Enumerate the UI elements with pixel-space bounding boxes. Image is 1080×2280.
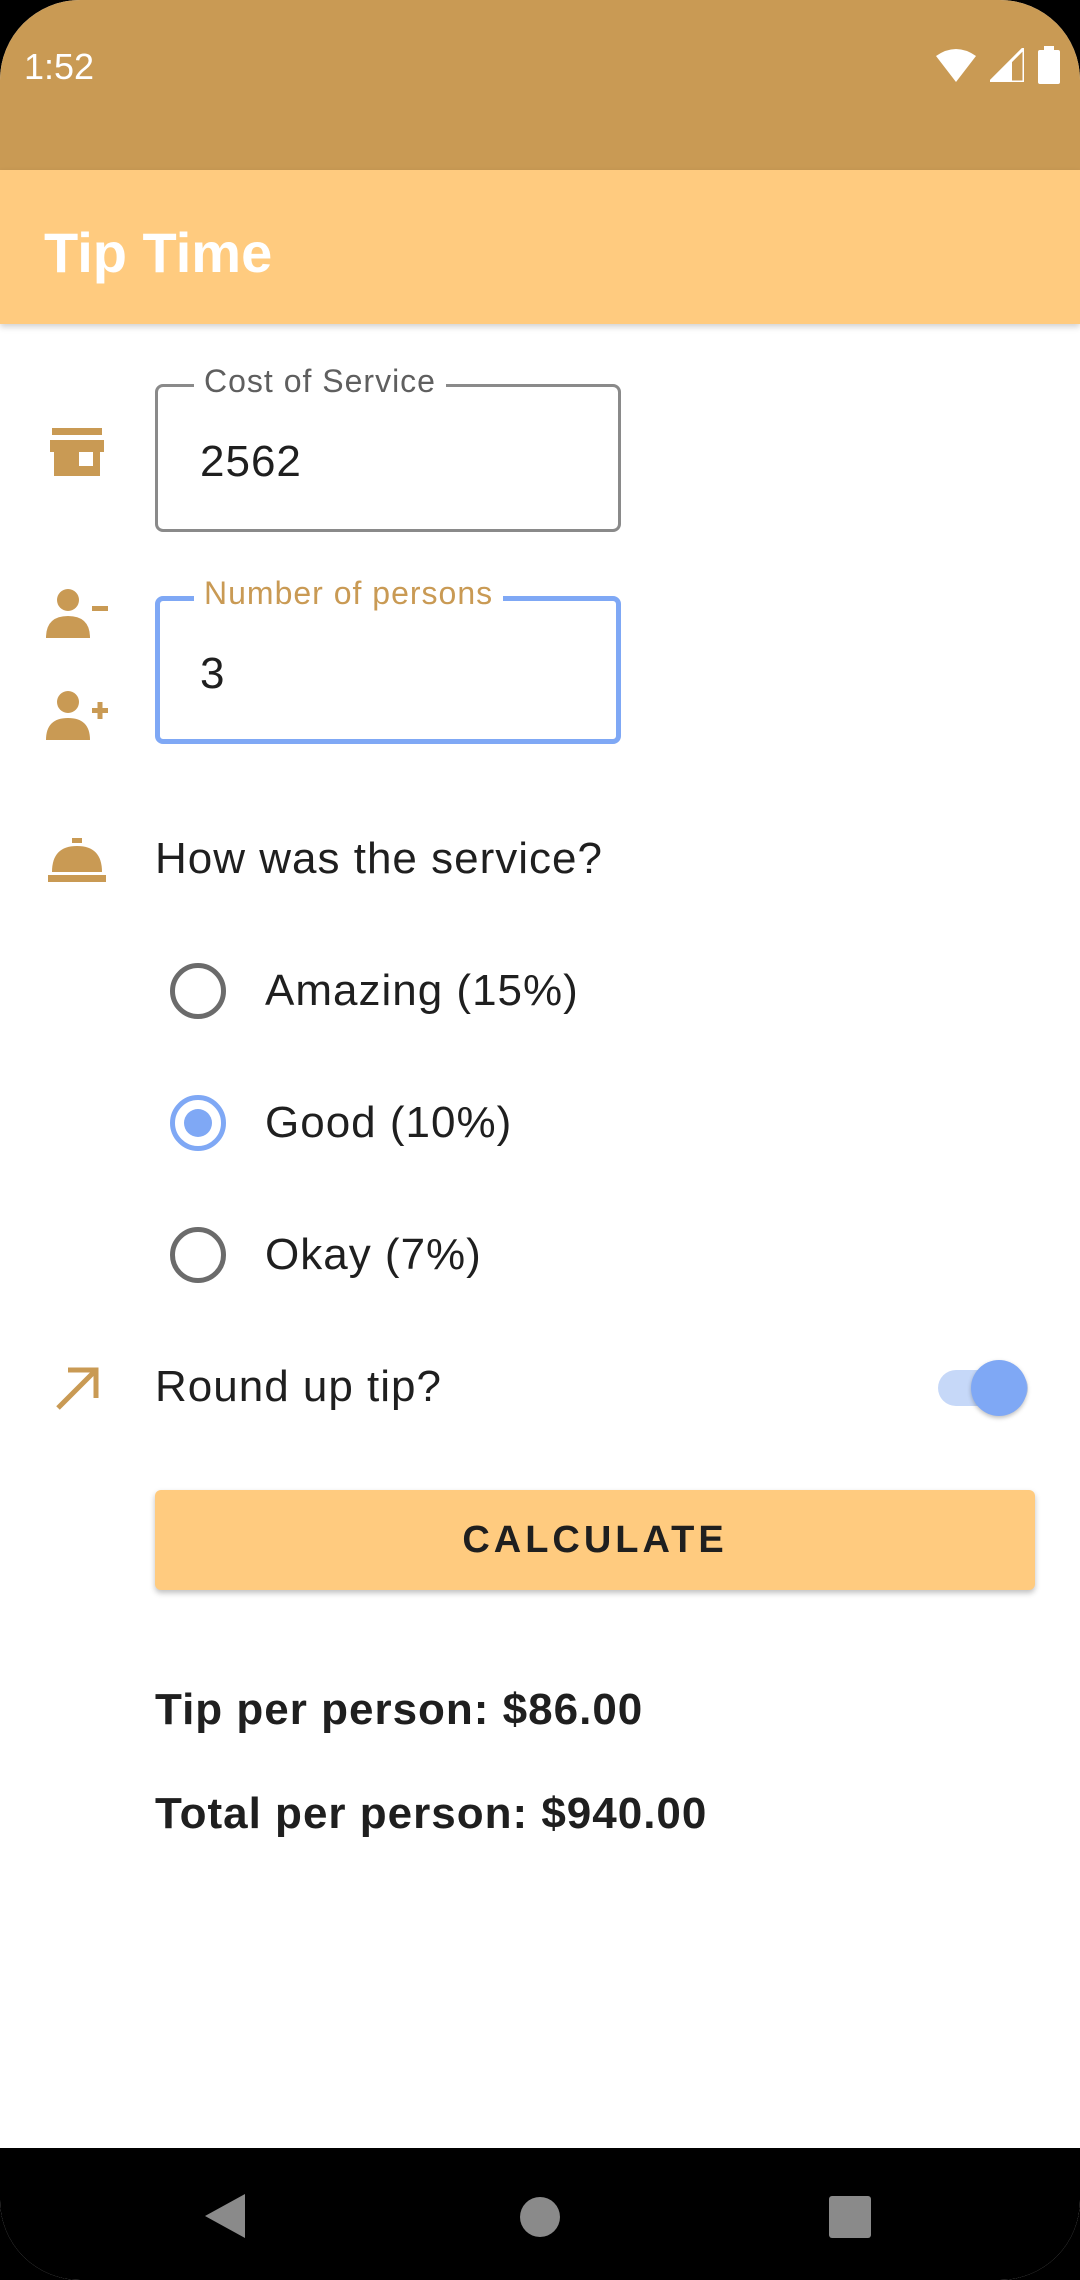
- storefront-icon: [50, 428, 104, 476]
- status-icons: [936, 43, 1060, 89]
- person-add-icon[interactable]: [46, 690, 110, 740]
- person-remove-icon[interactable]: [46, 588, 110, 638]
- radio-good[interactable]: [170, 1095, 226, 1151]
- radio-amazing-label[interactable]: Amazing (15%): [265, 966, 579, 1016]
- status-bar: 1:52: [0, 0, 1080, 170]
- back-icon[interactable]: [205, 2194, 245, 2238]
- calculate-button[interactable]: CALCULATE: [155, 1490, 1035, 1590]
- battery-icon: [1038, 45, 1060, 89]
- arrow-up-right-icon: [54, 1366, 100, 1412]
- radio-okay-label[interactable]: Okay (7%): [265, 1230, 482, 1280]
- wifi-icon: [936, 48, 976, 87]
- round-up-label: Round up tip?: [155, 1362, 442, 1411]
- navigation-bar: [0, 2148, 1080, 2280]
- radio-amazing[interactable]: [170, 963, 226, 1019]
- home-icon[interactable]: [519, 2196, 561, 2238]
- tip-per-person: Tip per person: $86.00: [155, 1685, 644, 1734]
- number-of-persons-value: 3: [200, 649, 226, 698]
- recents-icon[interactable]: [829, 2196, 871, 2238]
- room-service-icon: [48, 838, 106, 882]
- total-per-person: Total per person: $940.00: [155, 1789, 708, 1838]
- signal-icon: [986, 43, 1026, 87]
- round-up-switch[interactable]: [971, 1360, 1027, 1416]
- radio-okay[interactable]: [170, 1227, 226, 1283]
- service-question: How was the service?: [155, 834, 603, 883]
- app-title: Tip Time: [44, 221, 273, 284]
- radio-good-label[interactable]: Good (10%): [265, 1098, 512, 1148]
- number-of-persons-field[interactable]: Number of persons 3: [155, 575, 621, 744]
- phone-screen: 1:52 Tip Time Cost of Service 2562 Numbe…: [0, 0, 1080, 2280]
- app-bar: Tip Time: [0, 170, 1080, 324]
- cost-of-service-value: 2562: [200, 437, 302, 486]
- number-of-persons-label: Number of persons: [194, 575, 504, 612]
- cost-of-service-field[interactable]: Cost of Service 2562: [155, 363, 621, 532]
- cost-of-service-label: Cost of Service: [194, 363, 446, 400]
- status-time: 1:52: [24, 46, 95, 87]
